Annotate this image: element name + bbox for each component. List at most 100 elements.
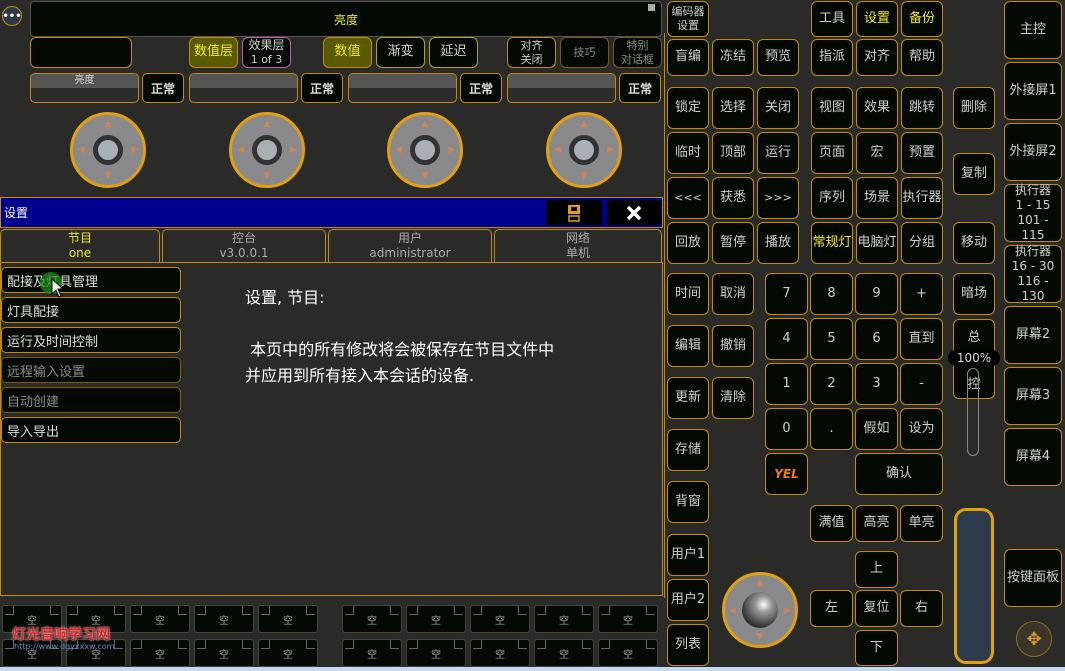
fade-button[interactable]: 渐变 [376, 37, 425, 68]
help-key[interactable]: 帮助 [901, 39, 943, 76]
store-key[interactable]: 存储 [667, 429, 709, 471]
encoder-2-mode-button[interactable]: 正常 [301, 73, 343, 103]
go-back-key[interactable]: 回放 [667, 222, 709, 264]
assign-key[interactable]: 指派 [811, 39, 853, 76]
view-executors-16-30[interactable]: 执行器 16 - 30 116 - 130 [1004, 244, 1062, 303]
executor-slot[interactable]: 空 [194, 639, 254, 667]
blind-key[interactable]: 盲编 [667, 39, 709, 76]
view-main[interactable]: 主控 [1004, 1, 1062, 59]
executor-slot[interactable]: 空 [258, 639, 318, 667]
view-key[interactable]: 视图 [811, 87, 853, 129]
menu-item-patch-only[interactable]: 灯具配接 [1, 297, 181, 323]
executor-slot[interactable]: 空 [470, 639, 530, 667]
edit-key[interactable]: 编辑 [667, 325, 709, 367]
encoder-4-mode-button[interactable]: 正常 [619, 73, 661, 103]
preset-key[interactable]: 预置 [901, 132, 943, 174]
key-5[interactable]: 5 [810, 318, 853, 360]
at-key[interactable]: 设为 [900, 408, 943, 450]
view-screen3[interactable]: 屏幕3 [1004, 367, 1062, 425]
update-key[interactable]: 更新 [667, 377, 709, 419]
key-3[interactable]: 3 [855, 363, 898, 405]
key-0[interactable]: 0 [765, 408, 808, 450]
learn-key[interactable]: 获悉 [712, 177, 754, 219]
tab-user[interactable]: 用户 administrator [328, 229, 492, 262]
key-4[interactable]: 4 [765, 318, 808, 360]
encoder-2-label[interactable] [189, 73, 298, 103]
menu-item-playback-timing[interactable]: 运行及时间控制 [1, 327, 181, 353]
executor-slot[interactable]: 空 [598, 639, 658, 667]
lock-key[interactable]: 锁定 [667, 87, 709, 129]
if-key[interactable]: 假如 [855, 408, 898, 450]
move-key[interactable]: 移动 [953, 222, 995, 264]
delete-key[interactable]: 删除 [953, 87, 995, 129]
tools-key[interactable]: 工具 [811, 1, 853, 37]
reset-key[interactable]: 复位 [855, 590, 898, 627]
encoder-wheel-2[interactable]: ▲ ▼ ◀ ▶ [229, 112, 305, 188]
grand-master-track[interactable] [967, 368, 979, 456]
executor-slot[interactable]: 空 [406, 605, 466, 633]
executor-key[interactable]: 执行器 [901, 177, 943, 219]
goto-key[interactable]: 跳转 [901, 87, 943, 129]
left-key[interactable]: 左 [810, 590, 853, 627]
freeze-key[interactable]: 冻结 [712, 39, 754, 76]
executor-slot[interactable]: 空 [194, 605, 254, 633]
level-wheel[interactable] [954, 508, 994, 664]
executor-slot[interactable]: 空 [130, 639, 190, 667]
menu-item-patch-fixture-schedule[interactable]: 配接及灯具管理 [1, 267, 181, 293]
view-ext1[interactable]: 外接屏1 [1004, 62, 1062, 120]
align-off-button[interactable]: 对齐 关闭 [507, 37, 556, 68]
prev-page-key[interactable]: <<< [667, 177, 709, 219]
esc-key[interactable]: 取消 [712, 273, 754, 315]
command-line-field[interactable] [30, 37, 132, 68]
encoder-1-mode-button[interactable]: 正常 [142, 73, 184, 103]
highlight-key[interactable]: 高亮 [855, 505, 898, 542]
executor-slot[interactable]: 空 [130, 605, 190, 633]
backup-key[interactable]: 备份 [901, 1, 943, 37]
executor-slot[interactable]: 空 [258, 605, 318, 633]
off-key[interactable]: 关闭 [757, 87, 799, 129]
dot-key[interactable]: . [810, 408, 853, 450]
tab-console[interactable]: 控台 v3.0.0.1 [162, 229, 326, 262]
resize-handle-icon[interactable] [648, 4, 655, 11]
grand-master-value[interactable]: 100% [948, 350, 1000, 366]
value-button[interactable]: 数值 [323, 37, 372, 68]
top-key[interactable]: 顶部 [712, 132, 754, 174]
executor-slot[interactable]: 空 [406, 639, 466, 667]
key-1[interactable]: 1 [765, 363, 808, 405]
thru-key[interactable]: 直到 [900, 318, 943, 360]
macro-key[interactable]: 宏 [856, 132, 898, 174]
blackout-key[interactable]: 暗场 [953, 273, 995, 315]
preview-key[interactable]: 预览 [757, 39, 799, 76]
encoder-wheel-3[interactable]: ▲ ▼ ◀ ▶ [387, 112, 463, 188]
key-7[interactable]: 7 [765, 273, 808, 315]
tricks-button[interactable]: 技巧 [560, 37, 609, 68]
setup-key[interactable]: 设置 [856, 1, 898, 37]
copy-key[interactable]: 复制 [953, 153, 995, 195]
group-key[interactable]: 分组 [901, 222, 943, 264]
right-key[interactable]: 右 [900, 590, 943, 627]
menu-item-auto-create[interactable]: 自动创建 [1, 387, 181, 413]
tab-show[interactable]: 节目 one [0, 229, 160, 262]
view-executors-1-15[interactable]: 执行器 1 - 15 101 - 115 [1004, 183, 1062, 242]
key-2[interactable]: 2 [810, 363, 853, 405]
more-menu-button[interactable]: ••• [2, 6, 22, 26]
list-key[interactable]: 列表 [667, 624, 709, 666]
sequence-key[interactable]: 序列 [811, 177, 853, 219]
user2-key[interactable]: 用户2 [667, 579, 709, 621]
pause-key[interactable]: 暂停 [712, 222, 754, 264]
temp-key[interactable]: 临时 [667, 132, 709, 174]
cue-key[interactable]: 场景 [856, 177, 898, 219]
executor-slot[interactable]: 空 [598, 605, 658, 633]
move-window-button[interactable]: ✥ [1016, 621, 1052, 657]
special-dialog-button[interactable]: 特别 对话框 [613, 37, 662, 68]
tab-network[interactable]: 网络 单机 [494, 229, 662, 262]
solo-key[interactable]: 单亮 [900, 505, 943, 542]
page-key[interactable]: 页面 [811, 132, 853, 174]
executor-slot[interactable]: 空 [470, 605, 530, 633]
trackball-ball[interactable] [742, 592, 778, 628]
align-key[interactable]: 对齐 [856, 39, 898, 76]
keypad-view-button[interactable]: 按键面板 [1004, 549, 1062, 607]
close-button[interactable] [606, 199, 662, 226]
channel-key[interactable]: 常规灯 [811, 222, 853, 264]
effect-key[interactable]: 效果 [856, 87, 898, 129]
